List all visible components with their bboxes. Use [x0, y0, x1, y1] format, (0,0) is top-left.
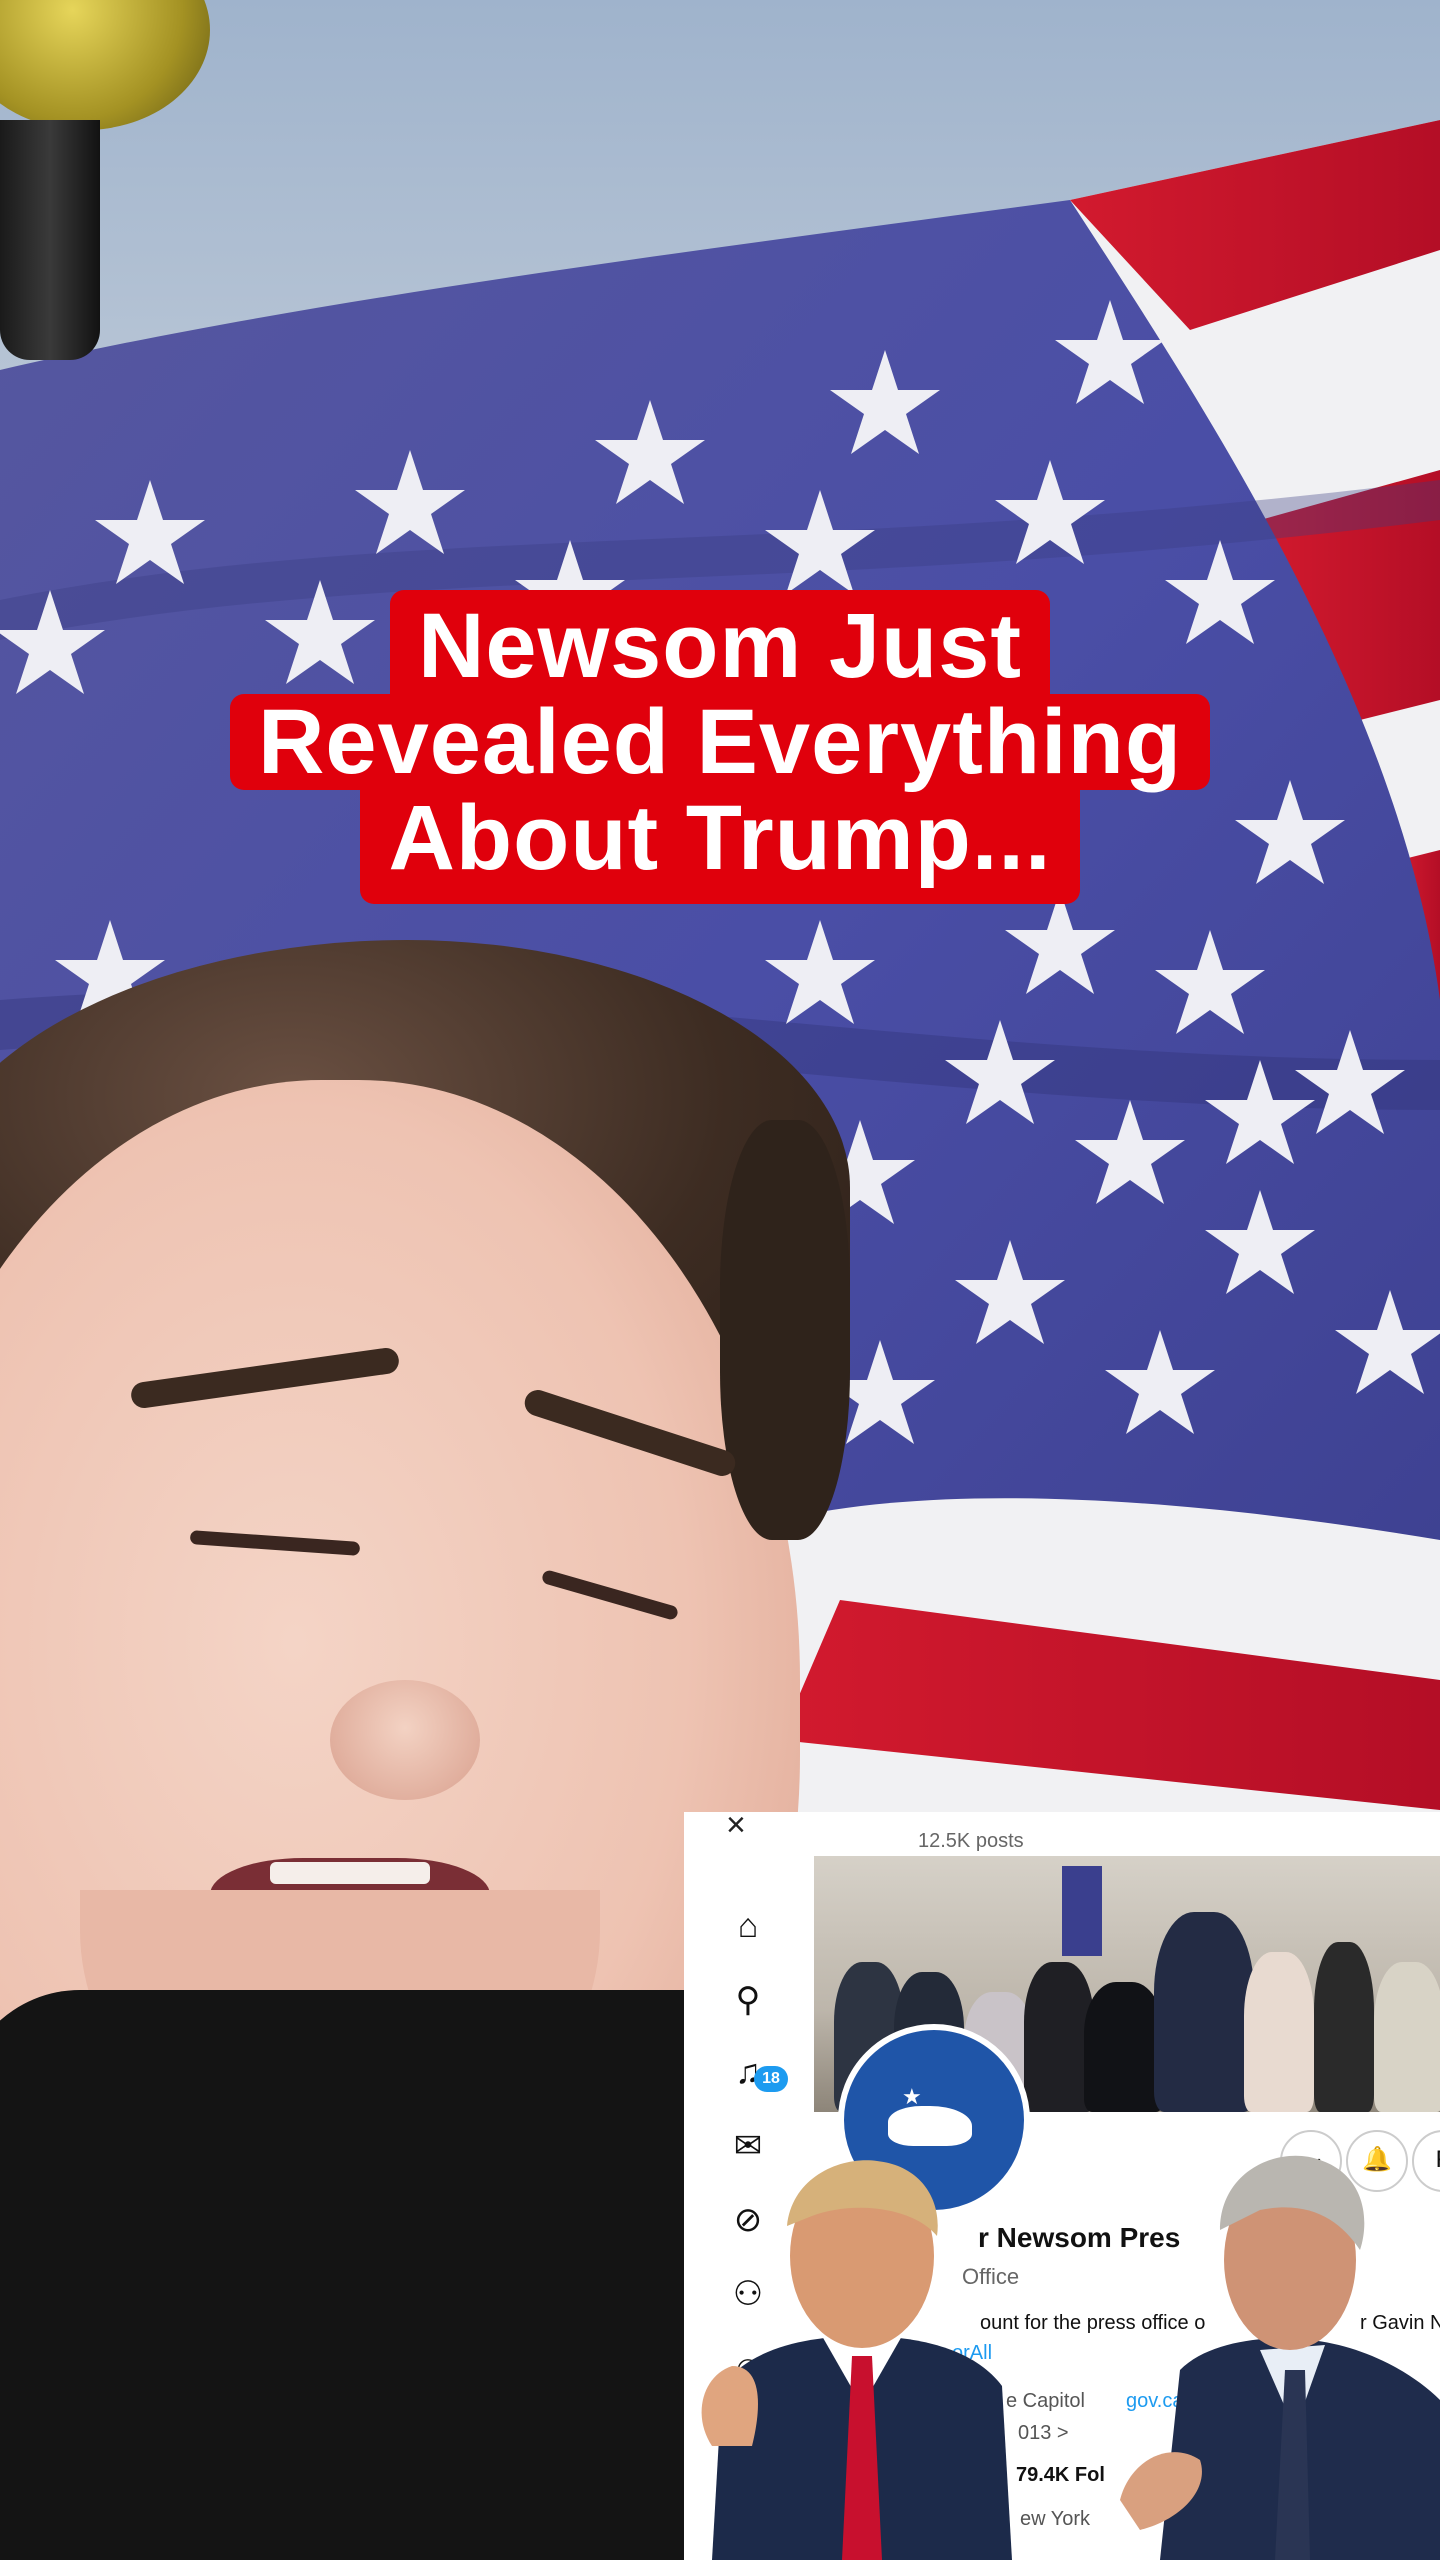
- bear-icon: [888, 2106, 972, 2146]
- newsom-cutout: [1120, 2155, 1440, 2560]
- post-count: 12.5K posts: [918, 1830, 1024, 1852]
- banner-flag: [1062, 1866, 1102, 1956]
- presenter-hair-side: [720, 1120, 850, 1540]
- headline-caption: Newsom Just Revealed Everything About Tr…: [0, 590, 1440, 904]
- caption-line-1: Newsom Just: [389, 590, 1051, 694]
- banner-person: [1084, 1982, 1164, 2112]
- notification-badge: 18: [754, 2066, 788, 2092]
- banner-person: [1154, 1912, 1254, 2112]
- caption-line-2: Revealed Everything: [229, 694, 1211, 790]
- banner-person: [1244, 1952, 1314, 2112]
- flagpole: [0, 120, 100, 360]
- caption-line-3: About Trump...: [360, 790, 1080, 904]
- inset-header: × 12.5K posts: [684, 1812, 1440, 1856]
- banner-person: [1374, 1962, 1440, 2112]
- presenter-nose: [330, 1680, 480, 1800]
- home-icon: ⌂: [737, 1907, 759, 1945]
- video-frame: Newsom Just Revealed Everything About Tr…: [0, 0, 1440, 2560]
- close-icon: ×: [726, 1812, 746, 1844]
- trump-cutout: [701, 2160, 1012, 2560]
- banner-person: [1314, 1942, 1374, 2112]
- presenter-teeth: [270, 1862, 430, 1884]
- search-icon: ⚲: [735, 1981, 761, 2019]
